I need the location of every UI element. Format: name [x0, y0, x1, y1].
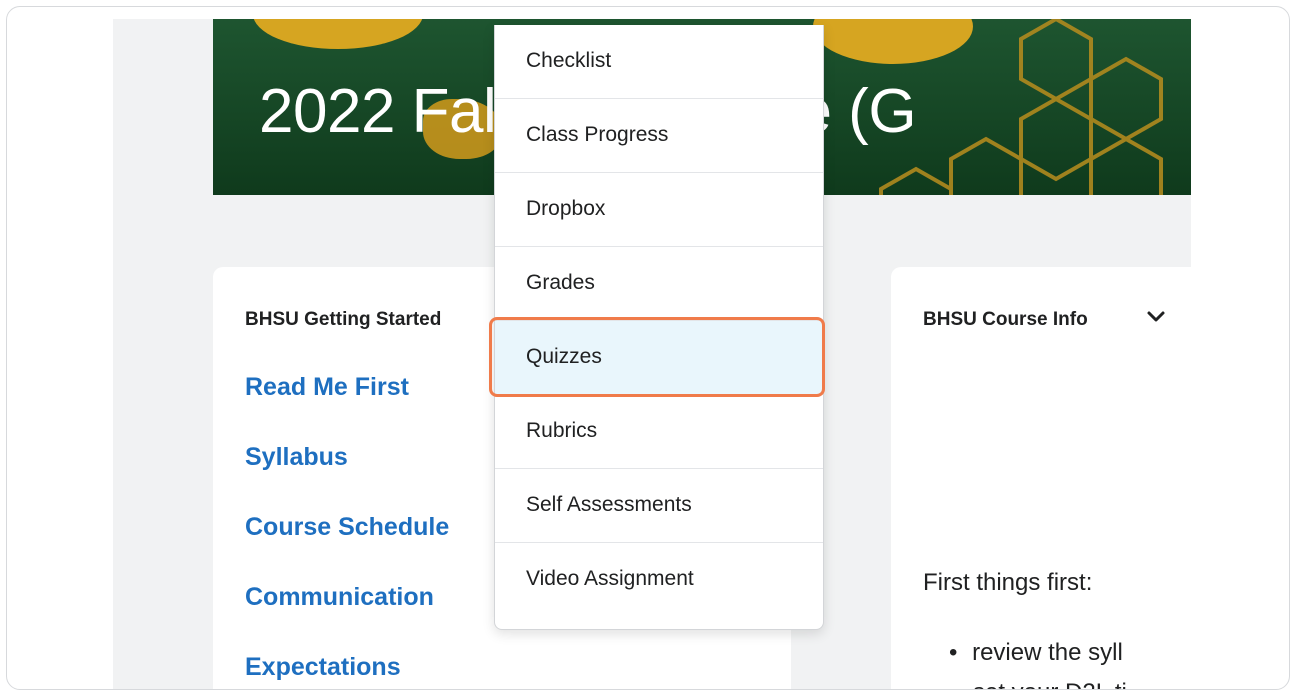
menu-item-checklist[interactable]: Checklist: [495, 25, 823, 99]
menu-item-label: Self Assessments: [526, 493, 692, 516]
link-communication[interactable]: Communication: [245, 583, 434, 612]
list-item-text: review the syll: [972, 639, 1123, 666]
menu-item-grades[interactable]: Grades: [495, 247, 823, 321]
browser-frame: 2022 Fall Experience (G BHSU Getting Sta…: [6, 6, 1290, 690]
bullet-icon: •: [949, 639, 958, 666]
menu-item-label: Rubrics: [526, 419, 598, 442]
link-read-me-first[interactable]: Read Me First: [245, 373, 409, 402]
menu-item-class-progress[interactable]: Class Progress: [495, 99, 823, 173]
menu-item-label: Checklist: [526, 49, 612, 72]
menu-item-label: Class Progress: [526, 123, 669, 146]
menu-item-label: Quizzes: [526, 345, 602, 368]
menu-item-label: Dropbox: [526, 197, 606, 220]
info-text: First things first:: [923, 569, 1093, 596]
link-expectations[interactable]: Expectations: [245, 653, 401, 682]
link-syllabus[interactable]: Syllabus: [245, 443, 348, 472]
list-item-continued: set your D2L ti: [973, 679, 1127, 689]
course-info-widget: BHSU Course Info First things first: • r…: [891, 267, 1191, 689]
assessments-dropdown-menu: Checklist Class Progress Dropbox Grades …: [494, 25, 824, 630]
menu-item-label: Grades: [526, 271, 595, 294]
menu-item-rubrics[interactable]: Rubrics: [495, 395, 823, 469]
menu-item-label: Video Assignment: [526, 567, 694, 590]
menu-item-self-assessments[interactable]: Self Assessments: [495, 469, 823, 543]
link-course-schedule[interactable]: Course Schedule: [245, 513, 449, 542]
banner-decoration: [253, 19, 423, 49]
widget-heading: BHSU Getting Started: [245, 309, 442, 330]
menu-item-video-assignment[interactable]: Video Assignment: [495, 543, 823, 617]
list-item: • review the syll: [949, 639, 1123, 667]
menu-item-dropbox[interactable]: Dropbox: [495, 173, 823, 247]
widget-heading: BHSU Course Info: [923, 309, 1088, 330]
chevron-down-icon[interactable]: [1146, 307, 1166, 327]
menu-item-quizzes[interactable]: Quizzes: [495, 321, 823, 395]
